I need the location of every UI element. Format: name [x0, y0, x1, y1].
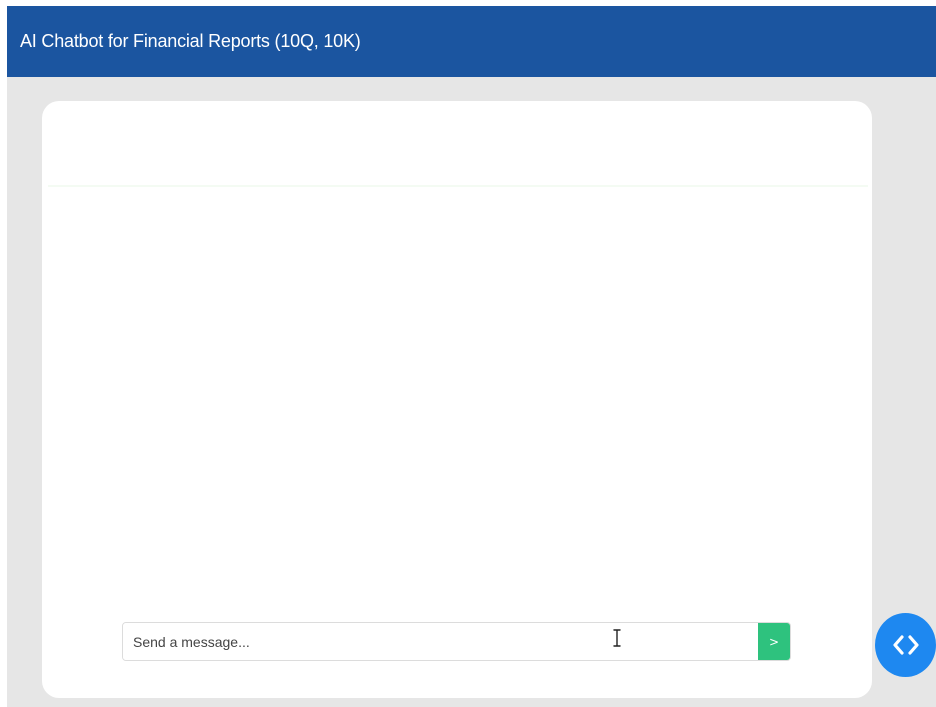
chat-messages-area	[42, 101, 872, 611]
chat-panel: >	[42, 101, 872, 698]
text-cursor-icon	[613, 629, 621, 647]
chevron-right-icon: >	[768, 634, 780, 649]
code-toggle-button[interactable]	[875, 613, 936, 677]
message-input[interactable]	[123, 623, 758, 660]
message-composer: >	[122, 622, 791, 661]
code-brackets-icon	[892, 635, 919, 655]
page-title: AI Chatbot for Financial Reports (10Q, 1…	[20, 31, 361, 51]
send-button[interactable]: >	[758, 623, 790, 660]
app-header: AI Chatbot for Financial Reports (10Q, 1…	[7, 6, 936, 77]
message-placeholder-row	[48, 185, 868, 187]
app-window: AI Chatbot for Financial Reports (10Q, 1…	[7, 6, 936, 707]
